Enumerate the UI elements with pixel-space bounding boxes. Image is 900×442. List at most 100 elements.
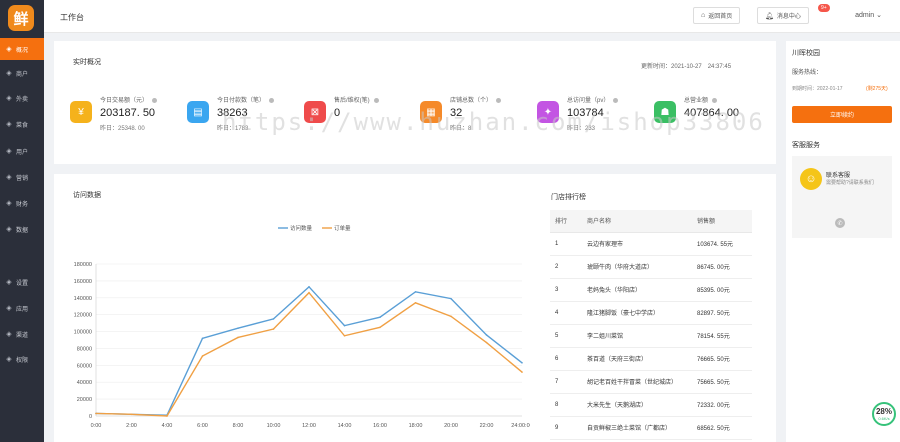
column-header-sales: 销售额 <box>692 210 752 233</box>
data-point <box>450 315 452 318</box>
data-point <box>201 355 204 357</box>
network-speed-widget[interactable]: 28% 0.6K/s <box>872 402 896 426</box>
team-icon: ☗ <box>654 101 676 123</box>
sidebar-item-label: 商户 <box>16 71 29 78</box>
stat-value: 407864. 00 <box>684 107 740 119</box>
notice-badge: 9+ <box>818 4 830 12</box>
y-tick-label: 160000 <box>74 279 92 285</box>
renew-button[interactable]: 立即续约 <box>792 106 892 123</box>
table-row[interactable]: 3 老妈兔头（华阳店） 85395. 00元 <box>550 278 752 302</box>
home-icon: ◈ <box>6 46 12 53</box>
customer-service-box[interactable]: ☺ 联系客服 需要帮助?请联系我们 ✆ <box>792 156 892 238</box>
info-icon[interactable] <box>712 97 718 103</box>
data-point <box>450 297 452 300</box>
data-point <box>521 371 523 373</box>
message-center-button[interactable]: 🔔︎ 消息中心 <box>757 7 809 24</box>
data-point <box>343 324 346 327</box>
food-icon: ◈ <box>6 121 12 128</box>
legend-label: 访问数量 <box>290 224 313 232</box>
phone-icon[interactable]: ✆ <box>835 218 845 228</box>
user-menu[interactable]: admin ⌄ <box>855 11 882 19</box>
sidebar-item-label: 应用 <box>16 306 29 313</box>
sidebar-item-label: 设置 <box>16 280 29 287</box>
sales-cell: 78154. 55元 <box>692 324 752 348</box>
sales-cell: 72332. 00元 <box>692 393 752 417</box>
rank-cell: 5 <box>550 324 582 348</box>
sidebar-item-label: 用户 <box>16 149 29 156</box>
info-icon[interactable] <box>269 97 275 103</box>
sidebar: 鲜 ◈ 概况 ◈ 商户 ◈ 外卖 ◈ 菜食 ◈ 用户 ◈ 营销 ◈ 财务 ◈ 数据 ◈ 设置 ◈ 应用 ◈ 渠道 ◈ 权限 <box>0 0 44 442</box>
table-row[interactable]: 2 琥颐牛肉（华府大道店） 86745. 00元 <box>550 255 752 279</box>
x-tick-label: 12:00 <box>302 423 316 429</box>
store-name-cell: 茶百道（天府三街店） <box>582 347 692 371</box>
sidebar-item-label: 概况 <box>16 47 29 54</box>
sidebar-item-5[interactable]: ◈ 营销 <box>0 166 44 188</box>
sidebar-item-11[interactable]: ◈ 权限 <box>0 348 44 370</box>
update-time: 更新时间：2021-10-27 24:37:45 <box>641 64 732 70</box>
stat-value: 203187. 50 <box>100 107 156 119</box>
sales-cell: 75665. 50元 <box>692 370 752 394</box>
days-left: (剩275天) <box>866 86 888 92</box>
info-icon[interactable] <box>152 97 158 103</box>
x-tick-label: 24:00:00 <box>511 423 530 429</box>
stat-sub: 昨日：25348. 00 <box>100 126 145 132</box>
sidebar-item-6[interactable]: ◈ 财务 <box>0 192 44 214</box>
y-tick-label: 60000 <box>77 363 92 369</box>
sidebar-item-label: 渠道 <box>16 332 29 339</box>
sales-cell: 82897. 50元 <box>692 301 752 325</box>
info-icon[interactable] <box>373 97 379 103</box>
table-row[interactable]: 1 云边有家理市 103674. 55元 <box>550 232 752 256</box>
money-icon: ¥ <box>70 101 92 123</box>
rank-cell: 2 <box>550 255 582 279</box>
home-icon: ⌂ <box>701 12 706 19</box>
sales-cell: 85395. 00元 <box>692 278 752 302</box>
data-point <box>414 302 417 304</box>
sales-cell: 76665. 50元 <box>692 347 752 371</box>
data-point <box>237 336 239 339</box>
info-icon[interactable] <box>613 97 619 103</box>
sidebar-item-4[interactable]: ◈ 用户 <box>0 140 44 162</box>
y-tick-label: 40000 <box>77 380 92 386</box>
table-row[interactable]: 4 隆江猪脚饭（豪七中学店） 82897. 50元 <box>550 301 752 325</box>
realtime-title: 实时概况 <box>73 59 101 66</box>
sidebar-item-label: 权限 <box>16 357 29 364</box>
expire-date: 到期时间：2022-01-17 <box>792 86 843 92</box>
wallet-icon: ◈ <box>6 200 12 207</box>
right-panel <box>786 41 900 442</box>
y-tick-label: 120000 <box>74 313 92 319</box>
rank-cell: 7 <box>550 370 582 394</box>
sidebar-item-10[interactable]: ◈ 渠道 <box>0 323 44 345</box>
sidebar-item-3[interactable]: ◈ 菜食 <box>0 113 44 135</box>
sidebar-item-label: 财务 <box>16 201 29 208</box>
sidebar-item-7[interactable]: ◈ 数据 <box>0 218 44 240</box>
info-icon[interactable] <box>496 97 502 103</box>
table-row[interactable]: 5 李二姐川菜馆 78154. 55元 <box>550 324 752 348</box>
back-home-button[interactable]: ⌂ 返回首页 <box>693 7 741 24</box>
stat-sub: 昨日：1783 <box>217 126 249 132</box>
sidebar-item-label: 菜食 <box>16 122 29 129</box>
stat-value: 32 <box>450 107 463 119</box>
sidebar-item-1[interactable]: ◈ 商户 <box>0 62 44 84</box>
x-tick-label: 6:00 <box>197 423 208 429</box>
sidebar-item-2[interactable]: ◈ 外卖 <box>0 87 44 109</box>
sidebar-item-8[interactable]: ◈ 设置 <box>0 271 44 293</box>
rank-cell: 9 <box>550 416 582 440</box>
sidebar-item-0[interactable]: ◈ 概况 <box>0 38 44 60</box>
legend-label: 订单量 <box>334 224 351 232</box>
table-row[interactable]: 7 胡记老百姓干拌冒菜（世纪城店） 75665. 50元 <box>550 370 752 394</box>
table-row[interactable]: 9 自贡鲜椒三绝土菜馆（广都店） 68562. 50元 <box>550 416 752 440</box>
rank-cell: 6 <box>550 347 582 371</box>
table-row[interactable]: 6 茶百道（天府三街店） 76665. 50元 <box>550 347 752 371</box>
stat-card: ▦ 店铺总数（个） 32 昨日：8 <box>420 95 540 145</box>
store-name-cell: 老妈兔头（华阳店） <box>582 278 692 302</box>
sidebar-item-label: 数据 <box>16 227 29 234</box>
app-logo[interactable]: 鲜 <box>8 5 34 31</box>
store-name-cell: 琥颐牛肉（华府大道店） <box>582 255 692 279</box>
stat-card: ☗ 总营业额 407864. 00 <box>654 95 774 145</box>
store-name-cell: 李二姐川菜馆 <box>582 324 692 348</box>
store-name-cell: 隆江猪脚饭（豪七中学店） <box>582 301 692 325</box>
table-row[interactable]: 8 大米先生（天鹅湖店） 72332. 00元 <box>550 393 752 417</box>
data-point <box>166 415 168 417</box>
sidebar-item-9[interactable]: ◈ 应用 <box>0 297 44 319</box>
gear-icon: ◈ <box>6 279 12 286</box>
